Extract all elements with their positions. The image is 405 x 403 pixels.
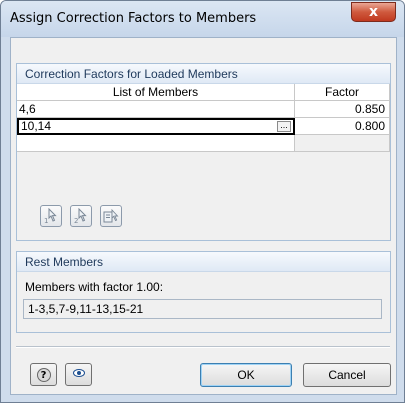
factor-cell[interactable]: 0.850: [295, 101, 390, 118]
loaded-members-group: Correction Factors for Loaded Members Li…: [16, 63, 391, 241]
loaded-members-header: Correction Factors for Loaded Members: [17, 64, 390, 84]
pick-2-icon[interactable]: 2: [70, 205, 92, 227]
members-table: List of Members Factor 4,6 0.850 10,14 .…: [17, 84, 390, 152]
rest-members-group: Rest Members Members with factor 1.00: 1…: [16, 251, 391, 333]
table-header-row: List of Members Factor: [17, 84, 390, 101]
members-cell-editing[interactable]: 10,14 ...: [17, 118, 295, 135]
rest-members-label: Members with factor 1.00:: [25, 280, 164, 294]
svg-text:2: 2: [74, 217, 78, 224]
select-members-button[interactable]: ...: [277, 121, 291, 132]
view-button[interactable]: [65, 363, 92, 386]
svg-text:1: 1: [44, 217, 48, 224]
pick-list-icon[interactable]: [100, 205, 122, 227]
factor-cell[interactable]: 0.800: [295, 118, 390, 135]
members-cell-text: 10,14: [21, 119, 52, 133]
eye-icon: [72, 369, 85, 377]
factor-cell-empty[interactable]: [295, 135, 390, 152]
cancel-button[interactable]: Cancel: [303, 363, 391, 387]
column-header-members: List of Members: [17, 84, 295, 101]
table-row-selected[interactable]: 10,14 ... 0.800: [17, 118, 390, 135]
members-cell-empty[interactable]: [17, 135, 295, 152]
help-icon: ?: [36, 368, 51, 382]
dialog-title: Assign Correction Factors to Members: [10, 11, 257, 26]
close-button[interactable]: x: [351, 2, 396, 22]
title-bar: Assign Correction Factors to Members x: [1, 1, 404, 37]
pick-1-icon[interactable]: 1: [40, 205, 62, 227]
help-button[interactable]: ?: [30, 363, 57, 386]
column-header-factor: Factor: [295, 84, 390, 101]
ok-button[interactable]: OK: [200, 363, 292, 387]
members-cell[interactable]: 4,6: [17, 101, 295, 118]
table-row[interactable]: 4,6 0.850: [17, 101, 390, 118]
table-row-empty[interactable]: [17, 135, 390, 152]
rest-members-header: Rest Members: [17, 252, 390, 272]
footer-divider: [16, 346, 390, 348]
rest-members-field: 1-3,5,7-9,11-13,15-21: [23, 299, 382, 319]
